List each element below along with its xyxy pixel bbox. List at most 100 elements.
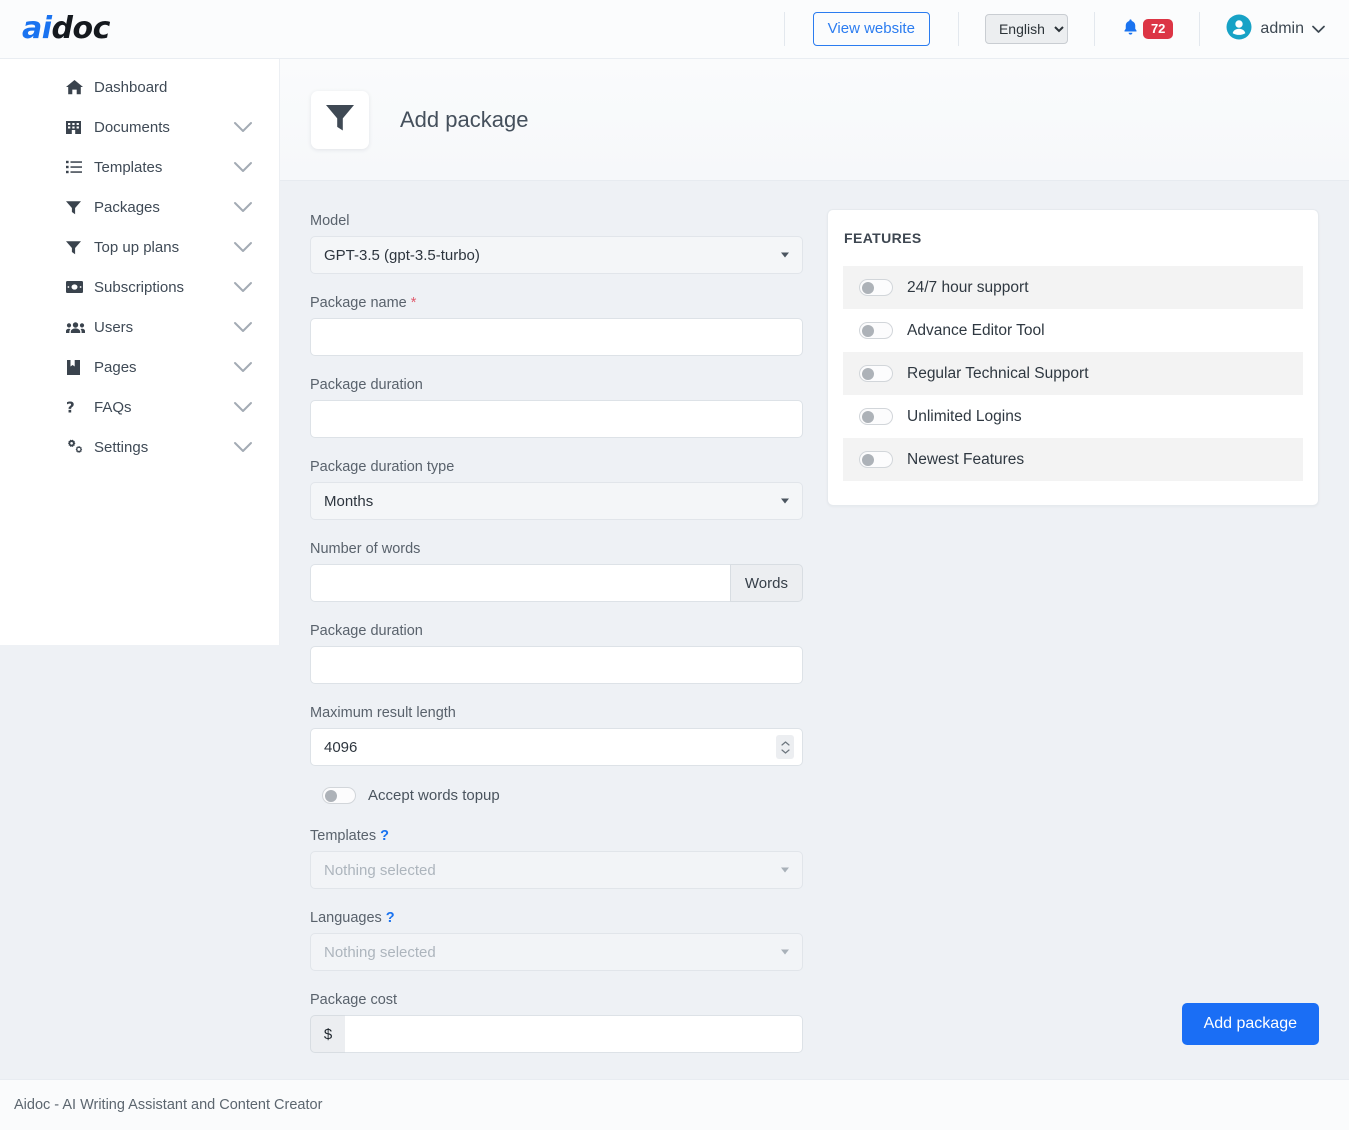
languages-selected-value: Nothing selected xyxy=(324,944,436,961)
number-stepper[interactable] xyxy=(776,735,794,759)
feature-toggle-newest-features[interactable] xyxy=(859,451,893,468)
package-name-input[interactable] xyxy=(310,318,803,356)
feature-toggle-unlimited-logins[interactable] xyxy=(859,408,893,425)
features-title: FEATURES xyxy=(828,230,1318,266)
toggle-knob xyxy=(862,325,874,337)
sidebar-item-label: Pages xyxy=(94,359,137,376)
accept-words-topup-row: Accept words topup xyxy=(322,787,803,804)
documents-icon xyxy=(66,118,86,136)
chevron-down-icon[interactable] xyxy=(233,321,253,333)
page-icon-card xyxy=(311,91,369,149)
toggle-knob xyxy=(862,454,874,466)
feature-label: Newest Features xyxy=(907,451,1024,469)
help-icon[interactable]: ? xyxy=(386,910,395,926)
header-divider-1 xyxy=(784,12,785,46)
templates-selected-value: Nothing selected xyxy=(324,862,436,879)
sidebar-item-settings[interactable]: Settings xyxy=(0,427,279,467)
sidebar-item-dashboard[interactable]: Dashboard xyxy=(0,67,279,107)
sidebar-item-users[interactable]: Users xyxy=(0,307,279,347)
page-footer: Aidoc - AI Writing Assistant and Content… xyxy=(0,1079,1349,1130)
chevron-down-icon[interactable] xyxy=(233,281,253,293)
chevron-down-icon[interactable] xyxy=(233,241,253,253)
package-duration-input-2[interactable] xyxy=(310,646,803,684)
feature-label: Regular Technical Support xyxy=(907,365,1089,383)
header-divider-3 xyxy=(1094,12,1095,46)
package-name-label-text: Package name xyxy=(310,295,407,311)
number-of-words-label: Number of words xyxy=(310,541,803,557)
feature-label: Advance Editor Tool xyxy=(907,322,1045,340)
templates-label-text: Templates xyxy=(310,828,376,844)
accept-words-topup-label: Accept words topup xyxy=(368,787,500,804)
sidebar-item-documents[interactable]: Documents xyxy=(0,107,279,147)
chevron-down-icon xyxy=(781,950,789,955)
number-of-words-input[interactable] xyxy=(310,564,730,602)
chevron-down-icon[interactable] xyxy=(233,401,253,413)
user-name-label: admin xyxy=(1260,20,1304,38)
maximum-result-length-input[interactable] xyxy=(310,728,803,766)
number-of-words-group: Words xyxy=(310,564,803,602)
chevron-down-icon[interactable] xyxy=(233,201,253,213)
package-duration-type-label: Package duration type xyxy=(310,459,803,475)
feature-toggle-advance-editor-tool[interactable] xyxy=(859,322,893,339)
header-divider-2 xyxy=(958,12,959,46)
view-website-button[interactable]: View website xyxy=(813,12,930,46)
sidebar-item-top-up-plans[interactable]: Top up plans xyxy=(0,227,279,267)
chevron-down-icon[interactable] xyxy=(233,361,253,373)
feature-row: Unlimited Logins xyxy=(843,395,1303,438)
page-content: Model GPT-3.5 (gpt-3.5-turbo) Package na… xyxy=(280,181,1349,1079)
add-package-form: Model GPT-3.5 (gpt-3.5-turbo) Package na… xyxy=(310,213,803,1074)
languages-select[interactable]: Nothing selected xyxy=(310,933,803,971)
field-model: Model GPT-3.5 (gpt-3.5-turbo) xyxy=(310,213,803,274)
sidebar-item-subscriptions[interactable]: Subscriptions xyxy=(0,267,279,307)
sidebar-item-faqs[interactable]: ? FAQs xyxy=(0,387,279,427)
templates-label: Templates ? xyxy=(310,828,803,844)
chevron-down-icon[interactable] xyxy=(233,161,253,173)
chevron-down-icon[interactable] xyxy=(233,121,253,133)
sidebar-item-packages[interactable]: Packages xyxy=(0,187,279,227)
notifications-button[interactable]: 72 xyxy=(1121,17,1173,41)
top-header-bar: aidoc View website English 72 admin xyxy=(0,0,1349,59)
feature-toggle-regular-technical-support[interactable] xyxy=(859,365,893,382)
field-package-duration-2: Package duration xyxy=(310,623,803,684)
language-select[interactable]: English xyxy=(985,14,1068,44)
feature-toggle-24-7-hour-support[interactable] xyxy=(859,279,893,296)
features-card: FEATURES 24/7 hour support Advance Edito… xyxy=(827,209,1319,506)
money-icon xyxy=(66,278,86,296)
funnel-icon xyxy=(66,198,86,216)
list-icon xyxy=(66,158,86,176)
package-duration-type-select[interactable]: Months xyxy=(310,482,803,520)
model-select[interactable]: GPT-3.5 (gpt-3.5-turbo) xyxy=(310,236,803,274)
add-package-submit-button[interactable]: Add package xyxy=(1182,1003,1319,1045)
required-asterisk: * xyxy=(411,295,417,311)
sidebar-item-pages[interactable]: Pages xyxy=(0,347,279,387)
sidebar-item-label: Templates xyxy=(94,159,162,176)
toggle-knob xyxy=(862,368,874,380)
app-logo[interactable]: aidoc xyxy=(22,14,110,44)
notification-count-badge: 72 xyxy=(1143,19,1173,39)
bell-icon xyxy=(1121,17,1140,41)
sidebar-item-templates[interactable]: Templates xyxy=(0,147,279,187)
chevron-down-icon[interactable] xyxy=(233,441,253,453)
accept-words-topup-toggle[interactable] xyxy=(322,787,356,804)
words-addon: Words xyxy=(730,564,803,602)
feature-label: Unlimited Logins xyxy=(907,408,1022,426)
model-selected-value: GPT-3.5 (gpt-3.5-turbo) xyxy=(324,247,480,264)
funnel-icon xyxy=(66,238,86,256)
footer-text: Aidoc - AI Writing Assistant and Content… xyxy=(14,1097,322,1113)
package-cost-group: $ xyxy=(310,1015,803,1053)
help-icon[interactable]: ? xyxy=(380,828,389,844)
header-right-group: View website English 72 admin xyxy=(784,0,1349,59)
field-package-cost: Package cost $ xyxy=(310,992,803,1053)
field-maximum-result-length: Maximum result length xyxy=(310,705,803,766)
maximum-result-length-label: Maximum result length xyxy=(310,705,803,721)
package-cost-input[interactable] xyxy=(345,1015,803,1053)
gears-icon xyxy=(66,438,86,456)
toggle-knob xyxy=(325,790,337,802)
book-icon xyxy=(66,358,86,376)
feature-row: Regular Technical Support xyxy=(843,352,1303,395)
package-duration-input-1[interactable] xyxy=(310,400,803,438)
templates-select[interactable]: Nothing selected xyxy=(310,851,803,889)
chevron-down-icon xyxy=(781,868,789,873)
user-menu[interactable]: admin xyxy=(1226,14,1325,44)
sidebar-item-label: Settings xyxy=(94,439,148,456)
